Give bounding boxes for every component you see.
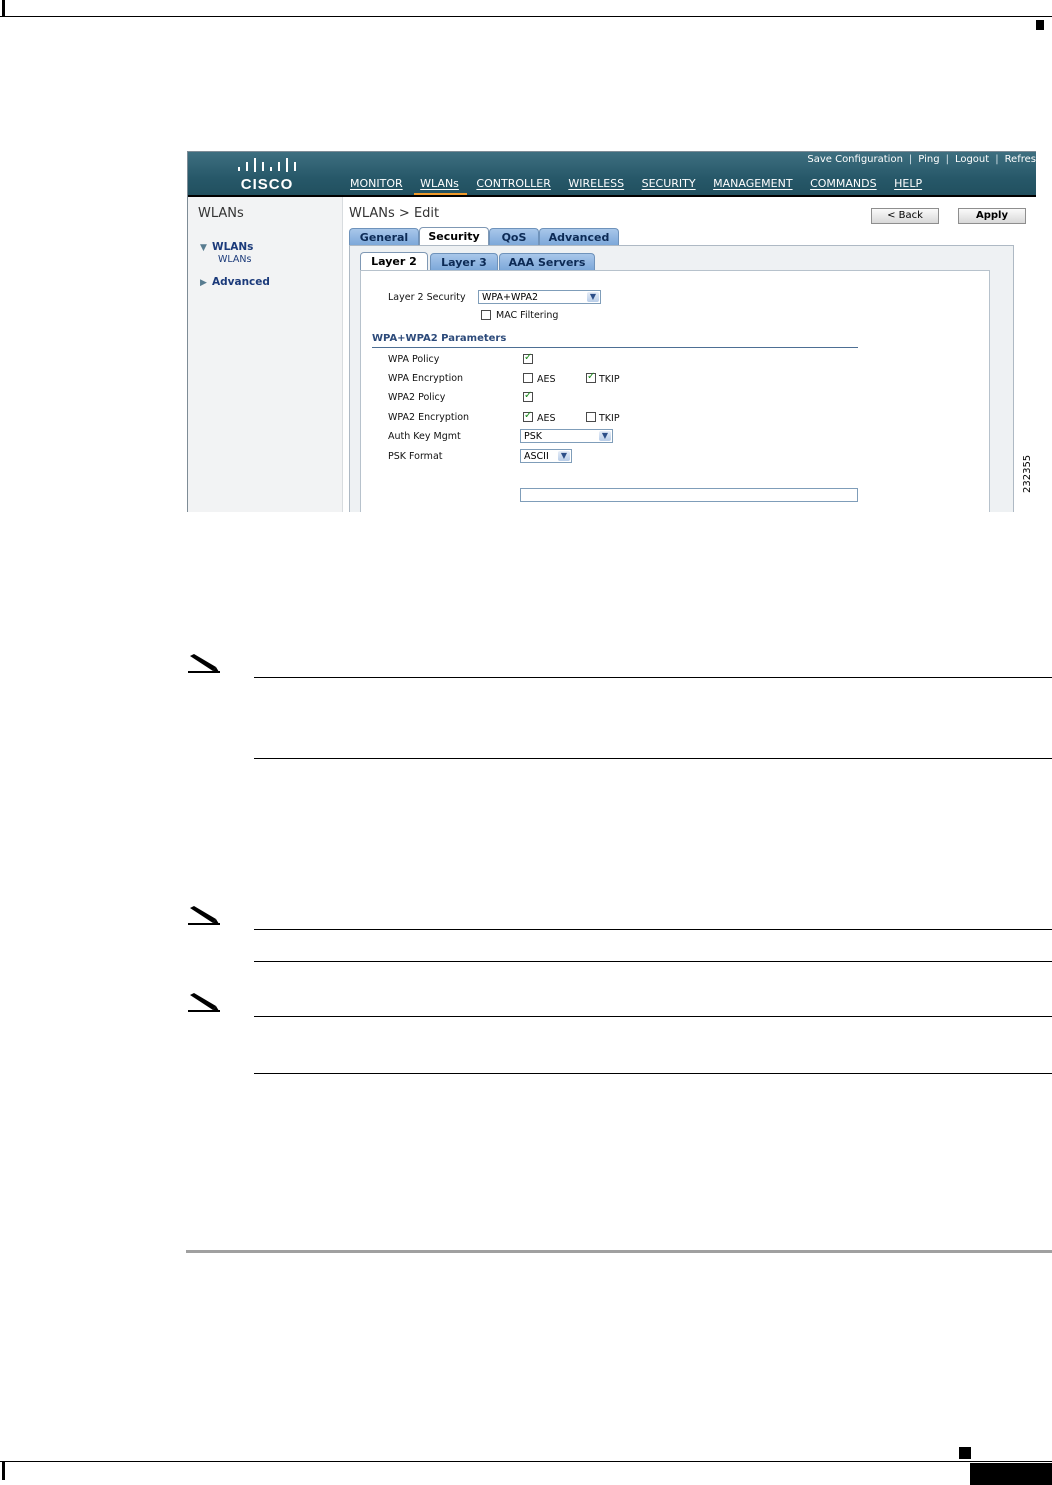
wpa-aes-checkbox[interactable] xyxy=(523,373,533,383)
pencil-note-icon xyxy=(188,654,220,673)
sidebar-item-wlans[interactable]: ▼ WLANs xyxy=(200,241,270,253)
wpa2-encryption-label: WPA2 Encryption xyxy=(388,412,470,423)
main-content: WLANs > Edit < Back Apply General Securi… xyxy=(343,197,1036,512)
sidebar-title: WLANs xyxy=(198,206,244,221)
checkmark-icon: ✓ xyxy=(524,352,533,363)
section-end-rule xyxy=(186,1250,1052,1253)
auth-key-mgmt-select[interactable]: PSK ▼ xyxy=(520,429,613,443)
sidebar-item-advanced[interactable]: ▶ Advanced xyxy=(200,276,270,288)
wpa-tkip-label: TKIP xyxy=(599,374,620,385)
wpa2-aes-checkbox[interactable]: ✓ xyxy=(523,410,533,422)
psk-key-input[interactable] xyxy=(520,488,858,502)
top-banner: CISCO Save Configuration | Ping | Logout | Ref… xyxy=(188,152,1036,196)
nav-wlans[interactable]: WLANs xyxy=(414,177,467,196)
section-title: WPA+WPA2 Parameters xyxy=(372,333,507,344)
header-rule xyxy=(0,16,1052,17)
tab-general[interactable]: General xyxy=(349,228,419,246)
checkmark-icon: ✓ xyxy=(587,371,596,382)
pencil-note-icon xyxy=(188,906,220,925)
tab-advanced[interactable]: Advanced xyxy=(539,228,619,246)
mac-filtering-label: MAC Filtering xyxy=(496,310,559,321)
cisco-logo: CISCO xyxy=(232,158,302,193)
wpa2-aes-label: AES xyxy=(537,413,556,424)
save-configuration-link[interactable]: Save Configuration xyxy=(807,154,903,165)
psk-format-value: ASCII xyxy=(524,451,549,462)
left-sidebar: WLANs ▼ WLANs WLANs ▶ Advanced xyxy=(188,197,343,512)
footer-rule xyxy=(0,1461,1052,1462)
wpa2-policy-label: WPA2 Policy xyxy=(388,392,446,403)
auth-key-mgmt-label: Auth Key Mgmt xyxy=(388,431,461,442)
top-links: Save Configuration | Ping | Logout | Refres xyxy=(807,154,1036,165)
logout-link[interactable]: Logout xyxy=(955,154,989,165)
apply-button[interactable]: Apply xyxy=(958,208,1026,224)
chevron-down-icon: ▼ xyxy=(558,451,570,461)
nav-wireless[interactable]: WIRELESS xyxy=(568,177,624,193)
sidebar-item-label: Advanced xyxy=(212,276,270,288)
layer2-form: Layer 2 Security WPA+WPA2 ▼ MAC Filterin… xyxy=(360,270,990,512)
mac-filtering-checkbox[interactable] xyxy=(481,310,491,320)
tab-layer3[interactable]: Layer 3 xyxy=(430,253,498,271)
back-button[interactable]: < Back xyxy=(871,208,939,224)
footer-marker xyxy=(959,1447,971,1459)
tab-aaa-servers[interactable]: AAA Servers xyxy=(499,253,595,271)
refresh-link[interactable]: Refres xyxy=(1005,154,1036,165)
page-number-tab xyxy=(970,1463,1052,1485)
cisco-wordmark: CISCO xyxy=(240,176,294,193)
collapsed-triangle-icon: ▶ xyxy=(200,278,207,288)
wpa-aes-label: AES xyxy=(537,374,556,385)
auth-key-mgmt-value: PSK xyxy=(524,431,542,442)
nav-help[interactable]: HELP xyxy=(894,177,922,193)
wpa-encryption-label: WPA Encryption xyxy=(388,373,464,384)
wpa-tkip-checkbox[interactable]: ✓ xyxy=(586,371,596,383)
note-top-rule xyxy=(254,929,1052,930)
page-corner-mark xyxy=(2,0,5,16)
wpa-policy-label: WPA Policy xyxy=(388,354,440,365)
nav-monitor[interactable]: MONITOR xyxy=(350,177,403,193)
note-top-rule xyxy=(254,677,1052,678)
wpa2-tkip-label: TKIP xyxy=(599,413,620,424)
sidebar-item-label: WLANs xyxy=(212,241,254,253)
expanded-triangle-icon: ▼ xyxy=(200,243,207,253)
section-divider xyxy=(372,347,858,348)
main-nav: MONITOR WLANs CONTROLLER WIRELESS SECURI… xyxy=(350,177,936,196)
note-bottom-rule xyxy=(254,1073,1052,1074)
figure-number: 232355 xyxy=(1022,454,1033,493)
tab-qos[interactable]: QoS xyxy=(489,228,539,246)
nav-security[interactable]: SECURITY xyxy=(642,177,696,193)
pencil-note-icon xyxy=(188,993,220,1012)
nav-controller[interactable]: CONTROLLER xyxy=(476,177,550,193)
tab-layer2[interactable]: Layer 2 xyxy=(360,252,428,272)
layer2-security-select[interactable]: WPA+WPA2 ▼ xyxy=(478,290,601,304)
note-top-rule xyxy=(254,1016,1052,1017)
security-panel: Layer 2 Layer 3 AAA Servers Layer 2 Secu… xyxy=(349,245,1014,512)
chevron-down-icon: ▼ xyxy=(587,292,599,302)
wpa2-policy-checkbox[interactable]: ✓ xyxy=(523,390,533,402)
note-bottom-rule xyxy=(254,961,1052,962)
ping-link[interactable]: Ping xyxy=(918,154,939,165)
sidebar-subitem-wlans[interactable]: WLANs xyxy=(218,254,270,265)
wpa2-tkip-checkbox[interactable] xyxy=(586,412,596,422)
nav-commands[interactable]: COMMANDS xyxy=(810,177,877,193)
wpa-policy-checkbox[interactable]: ✓ xyxy=(523,352,533,364)
page-corner-mark xyxy=(2,1462,5,1480)
layer2-security-label: Layer 2 Security xyxy=(388,292,466,303)
layer2-security-value: WPA+WPA2 xyxy=(482,292,539,303)
psk-format-label: PSK Format xyxy=(388,451,443,462)
nav-management[interactable]: MANAGEMENT xyxy=(713,177,792,193)
header-marker xyxy=(1036,20,1044,30)
psk-format-select[interactable]: ASCII ▼ xyxy=(520,449,572,463)
checkmark-icon: ✓ xyxy=(524,390,533,401)
wlc-screenshot: CISCO Save Configuration | Ping | Logout | Ref… xyxy=(187,151,1036,512)
chevron-down-icon: ▼ xyxy=(599,431,611,441)
page-title: WLANs > Edit xyxy=(349,206,440,221)
checkmark-icon: ✓ xyxy=(524,410,533,421)
note-bottom-rule xyxy=(254,758,1052,759)
tab-security[interactable]: Security xyxy=(419,227,489,247)
sidebar-nav: ▼ WLANs WLANs ▶ Advanced xyxy=(200,241,270,288)
